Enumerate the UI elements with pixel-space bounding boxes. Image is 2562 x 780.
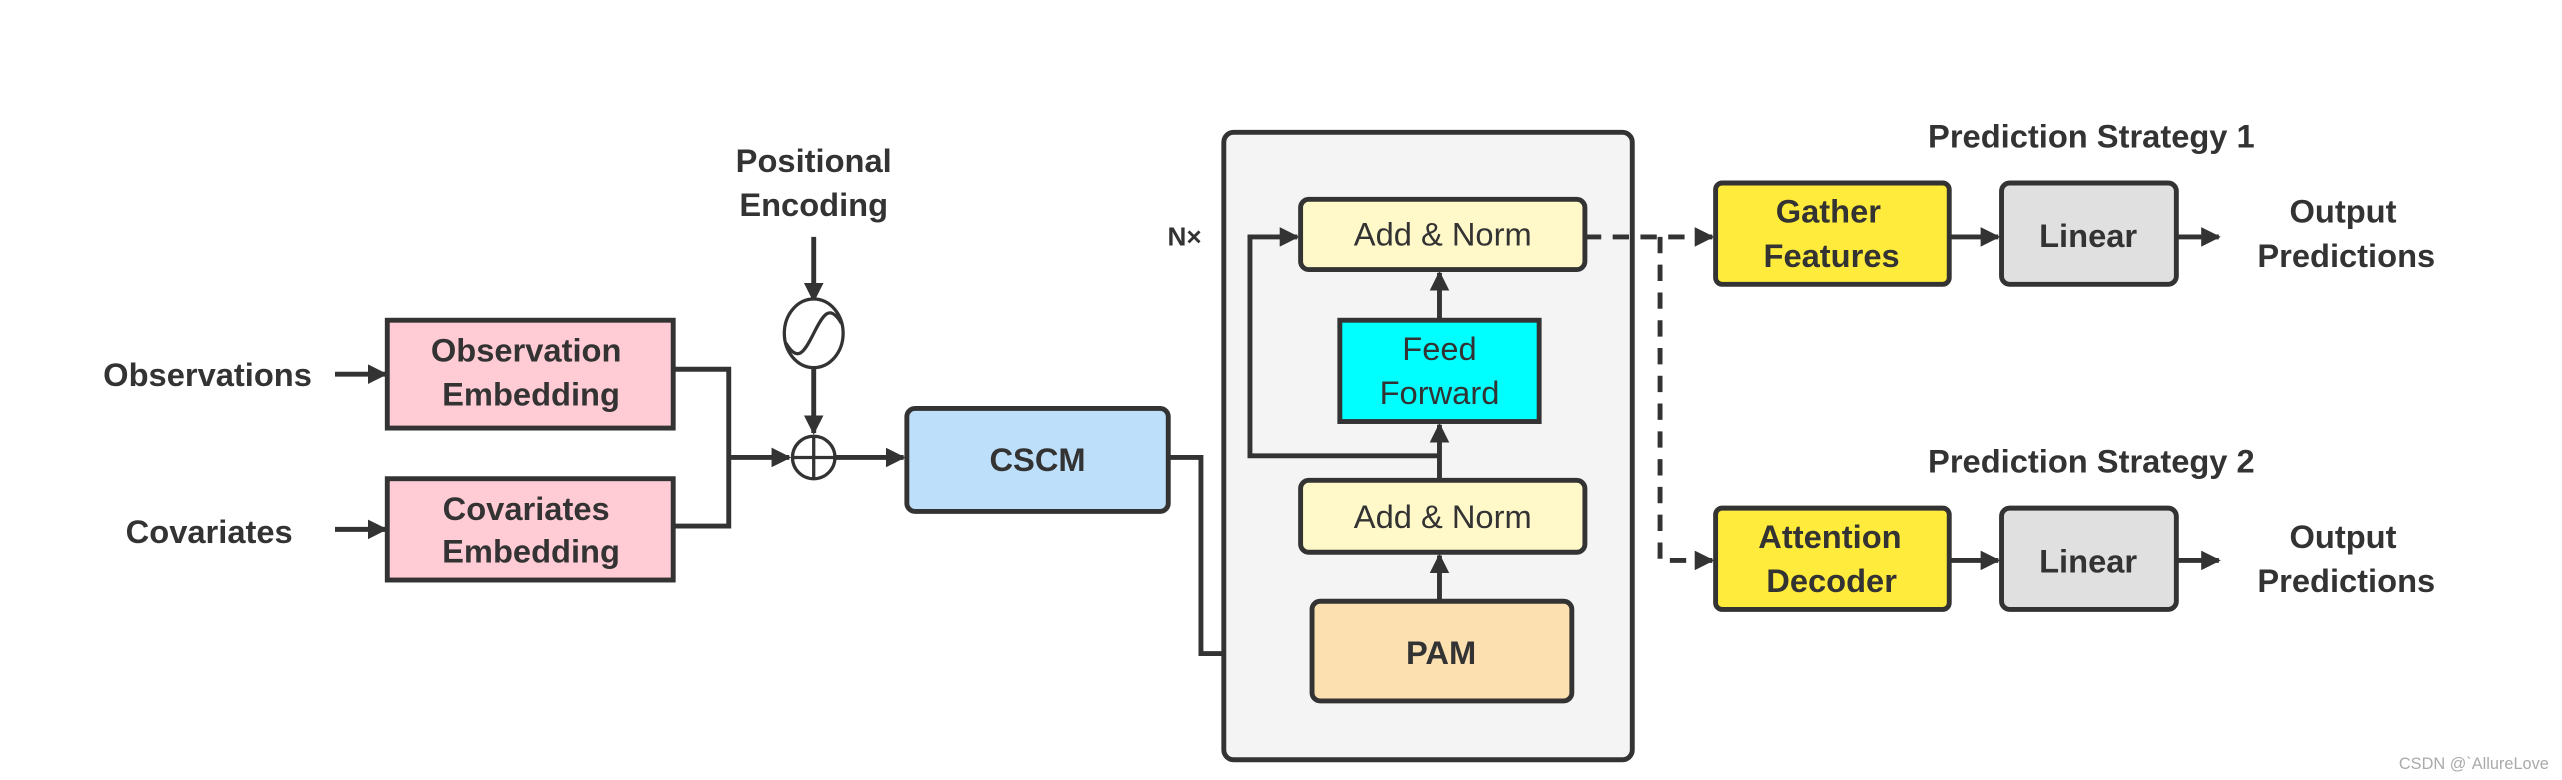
watermark: CSDN @`AllureLove [2399,755,2549,773]
svg-text:Decoder: Decoder [1766,562,1897,599]
feed-forward-box: Feed Forward [1337,317,1542,424]
strategy2-output-label-2: Predictions [2257,562,2435,599]
observations-label: Observations [103,356,312,393]
cscm-box: CSCM [904,406,1171,514]
svg-text:Linear: Linear [2039,217,2137,254]
add-norm-top-box: Add & Norm [1298,196,1588,273]
strategy1-output-label-2: Predictions [2257,237,2435,274]
strategy2-title: Prediction Strategy 2 [1928,443,2255,480]
sine-wave-icon [782,297,845,370]
svg-text:Add & Norm: Add & Norm [1354,216,1532,253]
positional-encoding-label: Positional [736,142,892,179]
svg-text:Gather: Gather [1776,193,1882,230]
add-norm-bottom-box: Add & Norm [1298,477,1588,555]
svg-text:Observation: Observation [431,332,622,369]
gather-features-box: Gather Features [1713,180,1952,287]
covariates-embedding-box: Covariates Embedding [384,476,676,583]
svg-text:Add & Norm: Add & Norm [1354,498,1532,535]
repeat-label: N× [1168,221,1202,251]
svg-text:Attention: Attention [1758,518,1901,555]
strategy2-linear-box: Linear [1999,505,2179,612]
svg-text:CSCM: CSCM [989,441,1085,478]
embedding-merge-line [673,366,789,529]
strategy2-output-label: Output [2290,518,2397,555]
covariates-label: Covariates [126,513,293,550]
svg-text:Embedding: Embedding [442,533,620,570]
strategy1-output-label: Output [2290,193,2397,230]
add-operator-icon [790,434,837,481]
svg-text:Forward: Forward [1380,374,1500,411]
svg-text:Covariates: Covariates [443,490,610,527]
svg-text:Linear: Linear [2039,542,2137,579]
dashed-link-strategy2 [1657,236,1715,571]
strategy1-linear-box: Linear [1999,180,2179,287]
pam-box: PAM [1309,598,1575,704]
architecture-diagram: Observations Covariates Observation Embe… [103,118,2549,773]
attention-decoder-box: Attention Decoder [1713,505,1952,612]
svg-text:PAM: PAM [1406,634,1476,671]
strategy1-title: Prediction Strategy 1 [1928,118,2255,155]
positional-encoding-label-2: Encoding [739,186,888,223]
svg-text:Features: Features [1764,237,1900,274]
svg-text:Embedding: Embedding [442,376,620,413]
svg-text:Feed: Feed [1402,330,1476,367]
observation-embedding-box: Observation Embedding [384,317,676,431]
